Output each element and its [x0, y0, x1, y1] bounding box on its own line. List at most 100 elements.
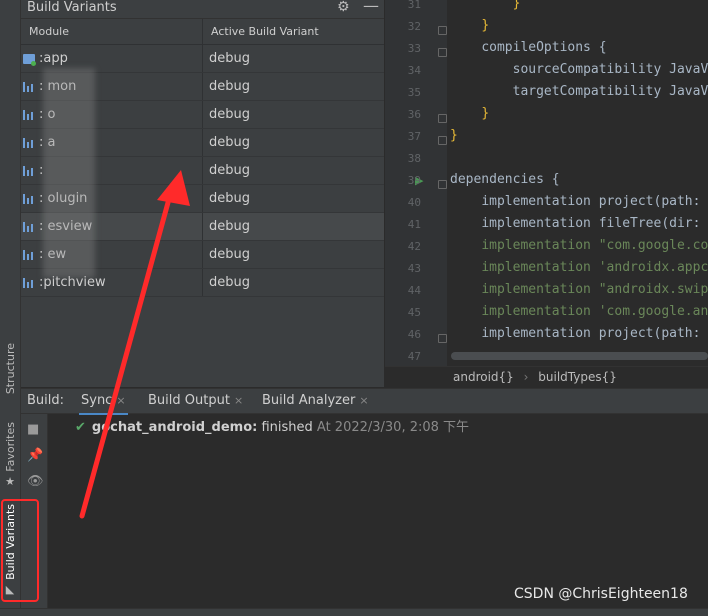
star-icon: ★: [5, 475, 15, 489]
code-text: implementation fileTree(dir:: [481, 216, 701, 231]
check-icon: ✔: [75, 420, 86, 435]
chevron-right-icon: ›: [523, 370, 529, 384]
tab-build-analyzer[interactable]: Build Analyzer ×: [262, 389, 369, 413]
line-number: 42: [407, 240, 421, 253]
code-line: compileOptions {: [450, 40, 607, 55]
breadcrumb-item-buildtypes[interactable]: buildTypes{}: [538, 370, 617, 384]
favorites-tab[interactable]: Favorites ★: [0, 420, 20, 490]
close-icon[interactable]: ×: [234, 394, 243, 407]
library-module-icon: [23, 193, 35, 204]
build-result[interactable]: ✔ gochat_android_demo: finished At 2022/3…: [75, 416, 469, 435]
variant-cell[interactable]: debug: [203, 269, 384, 296]
build-timestamp: At 2022/3/30, 2:08 下午: [312, 420, 470, 435]
annotation-highlight-box: [1, 499, 39, 602]
column-header-variant[interactable]: Active Build Variant: [203, 19, 384, 44]
line-number: 43: [407, 262, 421, 275]
line-number: 47: [407, 350, 421, 363]
code-line: }: [450, 0, 521, 11]
fold-marker-icon[interactable]: [438, 26, 447, 35]
code-text: }: [481, 106, 490, 121]
line-number: 36: [407, 108, 421, 121]
code-line: }: [450, 128, 458, 143]
library-module-icon: [23, 277, 35, 288]
build-variants-panel: Build Variants ⚙ — Module Active Build V…: [21, 0, 384, 387]
code-line: implementation "androidx.swip: [450, 282, 708, 297]
variant-cell[interactable]: debug: [203, 129, 384, 156]
close-icon[interactable]: ×: [359, 394, 368, 407]
app-module-icon: [23, 53, 36, 66]
code-line: implementation 'androidx.appc: [450, 260, 708, 275]
library-module-icon: [23, 81, 35, 92]
gear-icon[interactable]: ⚙: [337, 0, 350, 15]
variant-cell[interactable]: debug: [203, 45, 384, 72]
tab-sync-label: Sync: [81, 393, 113, 408]
breadcrumb: android{} › buildTypes{}: [385, 366, 708, 388]
tab-sync[interactable]: Sync ×: [79, 389, 128, 415]
fold-marker-icon[interactable]: [438, 136, 447, 145]
code-line: implementation project(path:: [450, 194, 700, 209]
fold-marker-icon[interactable]: [438, 180, 447, 189]
code-text: }: [450, 128, 458, 143]
line-number: 38: [407, 152, 421, 165]
code-line: }: [450, 18, 489, 33]
fold-marker-icon[interactable]: [438, 114, 447, 123]
build-tool-window: Build: Sync × Build Output × Build Analyze…: [21, 388, 708, 609]
variant-cell[interactable]: debug: [203, 241, 384, 268]
variant-cell[interactable]: debug: [203, 213, 384, 240]
minimize-icon[interactable]: —: [363, 0, 379, 15]
code-text: implementation project(path:: [481, 326, 701, 341]
stop-icon[interactable]: ■: [27, 422, 39, 437]
library-module-icon: [23, 137, 35, 148]
variant-cell[interactable]: debug: [203, 73, 384, 100]
code-text: targetCompatibility JavaV: [512, 84, 708, 99]
favorites-tab-label: Favorites: [3, 421, 17, 472]
build-tab-bar: Build: Sync × Build Output × Build Analyze…: [21, 389, 708, 415]
code-text: compileOptions {: [481, 40, 607, 55]
structure-tab[interactable]: Structure: [0, 336, 20, 402]
code-line: targetCompatibility JavaV: [450, 84, 708, 99]
close-icon[interactable]: ×: [116, 394, 125, 407]
library-module-icon: [23, 249, 35, 260]
code-text: implementation project(path:: [481, 194, 701, 209]
tab-build-analyzer-label: Build Analyzer: [262, 393, 356, 408]
breadcrumb-item-android[interactable]: android{}: [453, 370, 514, 384]
code-text: sourceCompatibility JavaV: [512, 62, 708, 77]
build-label: Build:: [27, 393, 65, 408]
code-line: sourceCompatibility JavaV: [450, 62, 708, 77]
build-variants-header: Build Variants ⚙ —: [21, 0, 384, 19]
variant-cell[interactable]: debug: [203, 101, 384, 128]
column-header-module[interactable]: Module: [21, 19, 203, 44]
watermark: CSDN @ChrisEighteen18: [514, 586, 688, 602]
pin-icon[interactable]: 📌: [27, 448, 43, 463]
code-text: }: [512, 0, 521, 11]
code-line: dependencies {: [450, 172, 560, 187]
code-text: }: [481, 18, 490, 33]
tab-build-output[interactable]: Build Output ×: [148, 389, 243, 413]
line-number: 34: [407, 64, 421, 77]
variant-cell[interactable]: debug: [203, 157, 384, 184]
eye-icon[interactable]: 👁: [27, 474, 44, 489]
library-module-icon: [23, 165, 35, 176]
code-line: }: [450, 106, 489, 121]
redaction-blur: [43, 68, 95, 278]
code-editor[interactable]: ▶ 31 32 33 34 35 36 37 38 39 40 41 42 43 44 45 46 47 } }…: [385, 0, 708, 366]
horizontal-scrollbar[interactable]: [451, 352, 708, 360]
variant-cell[interactable]: debug: [203, 185, 384, 212]
code-text: implementation "com.google.co: [481, 238, 708, 253]
build-project-name: gochat_android_demo:: [91, 420, 258, 435]
fold-marker-icon[interactable]: [438, 48, 447, 57]
fold-marker-icon[interactable]: [438, 334, 447, 343]
